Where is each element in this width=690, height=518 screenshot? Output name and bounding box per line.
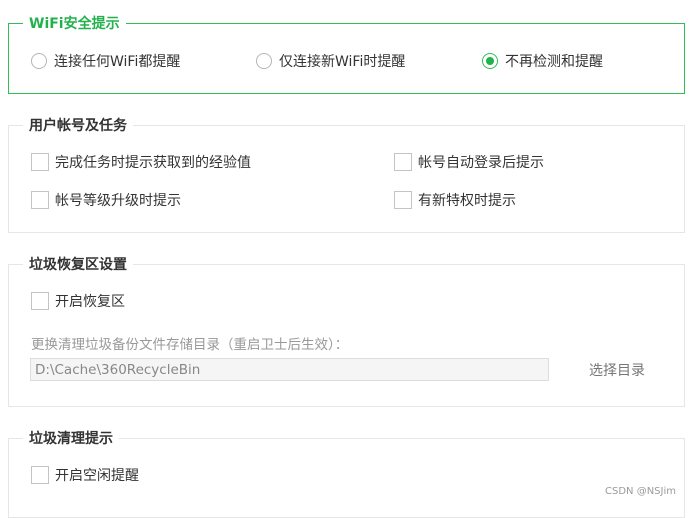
checkbox[interactable]: [31, 466, 49, 484]
radio-button[interactable]: [31, 53, 47, 69]
checkbox-auto-login[interactable]: 帐号自动登录后提示: [394, 152, 544, 172]
radio-label: 不再检测和提醒: [505, 54, 603, 70]
checkbox-label: 帐号等级升级时提示: [55, 193, 181, 209]
trash-recovery-group: 垃圾恢复区设置 开启恢复区 更换清理垃圾备份文件存储目录（重启卫士后生效）： 选…: [8, 255, 685, 407]
user-tasks-legend: 用户帐号及任务: [23, 116, 133, 136]
wifi-security-group: WiFi安全提示 连接任何WiFi都提醒 仅连接新WiFi时提醒 不再检测和提醒: [8, 14, 685, 94]
checkbox-task-exp[interactable]: 完成任务时提示获取到的经验值: [31, 152, 251, 172]
recovery-path-input[interactable]: [30, 358, 549, 381]
trash-clean-group: 垃圾清理提示 开启空闲提醒: [8, 429, 685, 518]
checkbox-label: 完成任务时提示获取到的经验值: [55, 155, 251, 171]
user-tasks-group: 用户帐号及任务 完成任务时提示获取到的经验值 帐号自动登录后提示 帐号等级升级时…: [8, 116, 685, 233]
checkbox-label: 帐号自动登录后提示: [418, 155, 544, 171]
choose-directory-button[interactable]: 选择目录: [589, 360, 645, 380]
checkbox[interactable]: [31, 191, 49, 209]
trash-clean-legend: 垃圾清理提示: [23, 429, 119, 449]
trash-recovery-legend: 垃圾恢复区设置: [23, 255, 133, 275]
checkbox-new-privilege[interactable]: 有新特权时提示: [394, 190, 516, 210]
checkbox[interactable]: [31, 153, 49, 171]
checkbox-idle-reminder[interactable]: 开启空闲提醒: [31, 465, 139, 485]
checkbox-enable-recovery[interactable]: 开启恢复区: [31, 291, 125, 311]
checkbox-label: 开启空闲提醒: [55, 468, 139, 484]
radio-new-wifi[interactable]: 仅连接新WiFi时提醒: [256, 51, 405, 71]
checkbox[interactable]: [394, 153, 412, 171]
watermark: CSDN @NSJim: [605, 486, 676, 497]
recovery-path-hint: 更换清理垃圾备份文件存储目录（重启卫士后生效）：: [31, 337, 349, 353]
wifi-security-legend: WiFi安全提示: [23, 14, 126, 34]
radio-no-detect[interactable]: 不再检测和提醒: [482, 51, 603, 71]
checkbox-label: 有新特权时提示: [418, 193, 516, 209]
radio-label: 连接任何WiFi都提醒: [54, 54, 181, 70]
checkbox[interactable]: [394, 191, 412, 209]
radio-button-selected[interactable]: [482, 53, 498, 69]
radio-any-wifi[interactable]: 连接任何WiFi都提醒: [31, 51, 180, 71]
radio-label: 仅连接新WiFi时提醒: [279, 54, 406, 70]
checkbox-level-up[interactable]: 帐号等级升级时提示: [31, 190, 181, 210]
checkbox[interactable]: [31, 292, 49, 310]
radio-button[interactable]: [256, 53, 272, 69]
checkbox-label: 开启恢复区: [55, 294, 125, 310]
